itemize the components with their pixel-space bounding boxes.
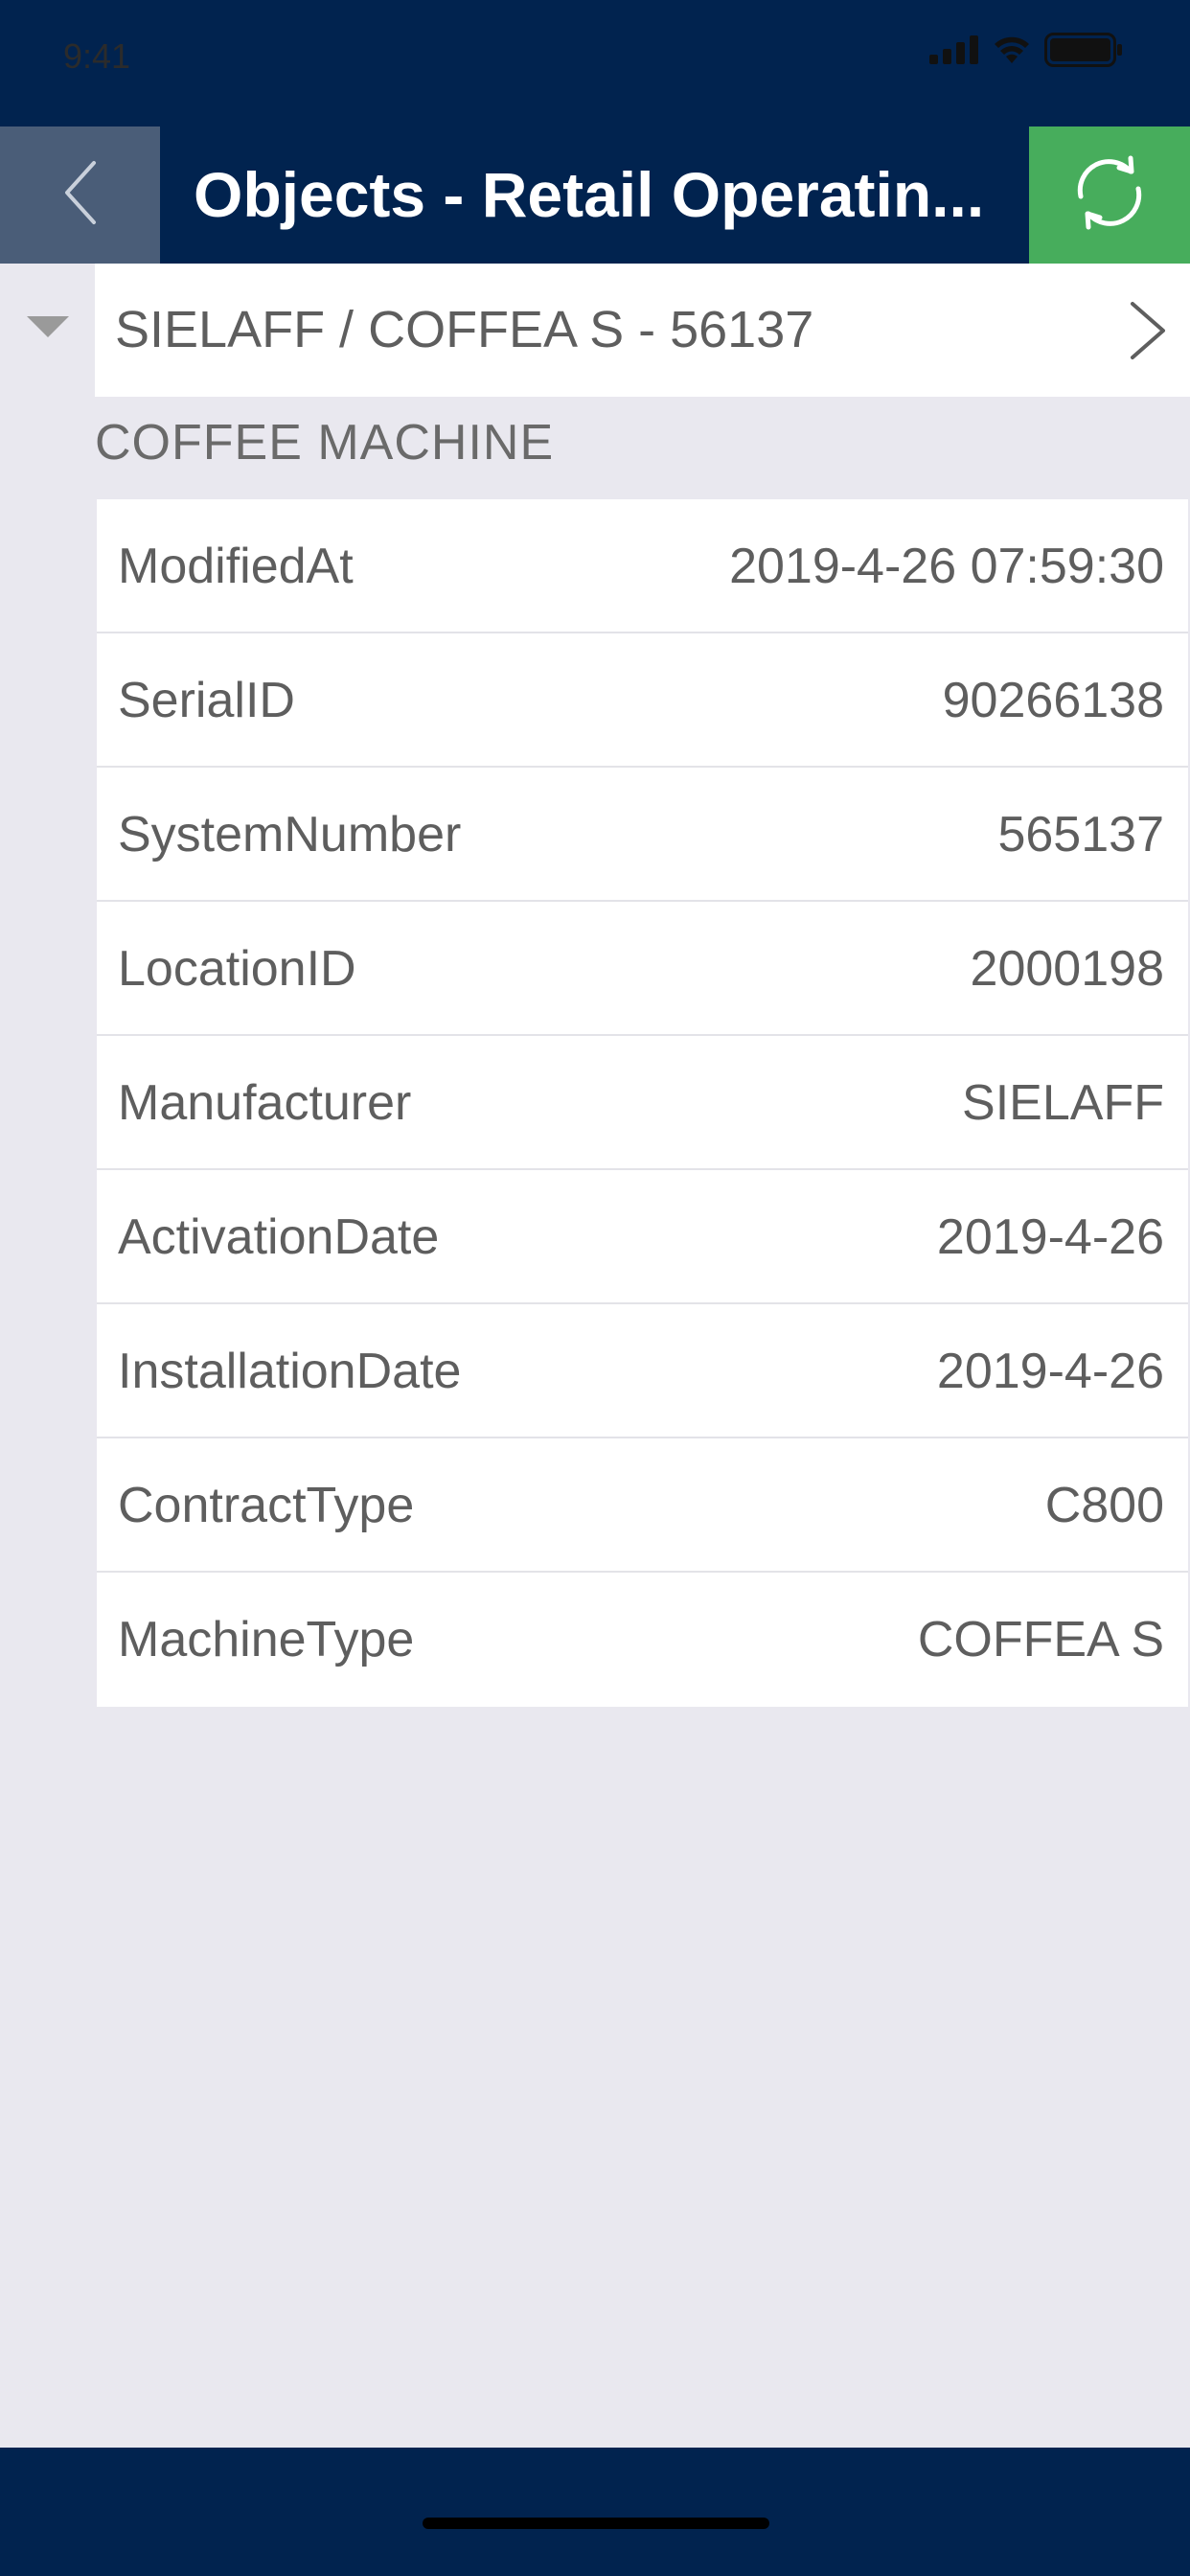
property-row: ActivationDate 2019-4-26	[97, 1170, 1188, 1304]
property-label: SystemNumber	[118, 807, 462, 862]
property-row: MachineType COFFEA S	[97, 1573, 1188, 1707]
property-label: MachineType	[118, 1612, 415, 1668]
property-value: COFFEA S	[917, 1612, 1164, 1668]
property-label: ModifiedAt	[118, 539, 354, 594]
property-label: ActivationDate	[118, 1209, 440, 1265]
object-header[interactable]: SIELAFF / COFFEA S - 56137	[95, 264, 1190, 397]
home-indicator[interactable]	[423, 2518, 769, 2529]
object-row: SIELAFF / COFFEA S - 56137	[0, 264, 1190, 397]
property-row: Manufacturer SIELAFF	[97, 1036, 1188, 1170]
property-label: ContractType	[118, 1478, 415, 1533]
property-row: SerialID 90266138	[97, 633, 1188, 768]
status-bar: 9:41	[0, 0, 1190, 126]
property-value: C800	[1044, 1478, 1164, 1533]
property-row: ContractType C800	[97, 1438, 1188, 1573]
property-row: SystemNumber 565137	[97, 768, 1188, 902]
object-title: SIELAFF / COFFEA S - 56137	[115, 301, 814, 358]
chevron-left-icon	[61, 159, 100, 231]
property-row: InstallationDate 2019-4-26	[97, 1304, 1188, 1438]
wifi-icon	[993, 35, 1031, 69]
chevron-right-icon	[1127, 300, 1169, 366]
page-title: Objects - Retail Operatin...	[194, 159, 985, 230]
nav-bar: Objects - Retail Operatin...	[0, 126, 1190, 264]
property-value: 2019-4-26 07:59:30	[729, 539, 1164, 594]
property-value: SIELAFF	[962, 1075, 1164, 1131]
property-label: Manufacturer	[118, 1075, 412, 1131]
battery-icon	[1044, 33, 1123, 72]
refresh-icon	[1071, 154, 1148, 236]
status-icons	[929, 33, 1123, 72]
property-value: 90266138	[942, 673, 1164, 728]
property-value: 565137	[997, 807, 1164, 862]
status-time: 9:41	[63, 36, 131, 76]
back-button[interactable]	[0, 126, 160, 264]
property-row: LocationID 2000198	[97, 902, 1188, 1036]
property-label: InstallationDate	[118, 1344, 462, 1399]
property-row: ModifiedAt 2019-4-26 07:59:30	[97, 499, 1188, 633]
caret-down-icon	[26, 316, 69, 344]
signal-icon	[929, 35, 979, 69]
property-label: LocationID	[118, 941, 356, 997]
property-value: 2019-4-26	[936, 1209, 1164, 1265]
bottom-bar	[0, 2448, 1190, 2576]
refresh-button[interactable]	[1029, 126, 1190, 264]
property-value: 2000198	[970, 941, 1164, 997]
collapse-toggle[interactable]	[0, 264, 95, 397]
property-label: SerialID	[118, 673, 295, 728]
property-list: ModifiedAt 2019-4-26 07:59:30 SerialID 9…	[97, 499, 1188, 1707]
section-title: COFFEE MACHINE	[95, 415, 555, 471]
property-value: 2019-4-26	[936, 1344, 1164, 1399]
